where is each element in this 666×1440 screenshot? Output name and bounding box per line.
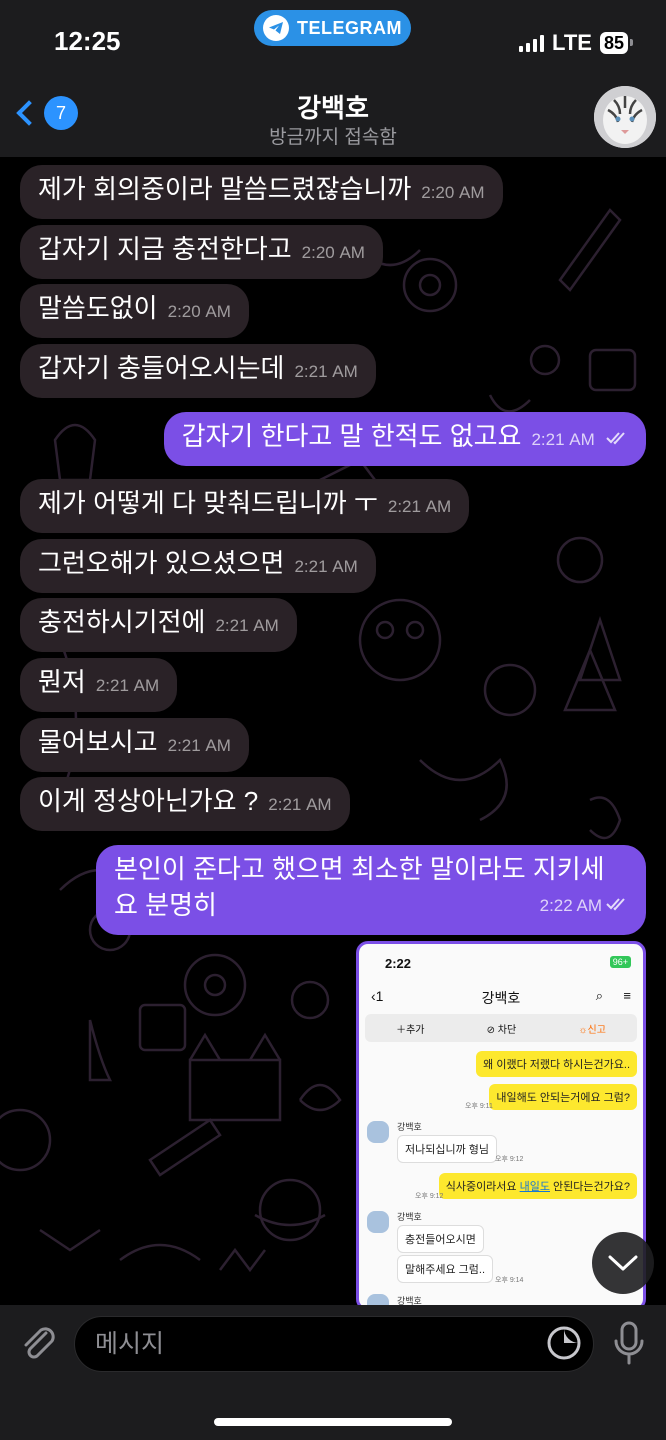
status-time: 12:25 <box>54 26 121 56</box>
message-time: 2:21 AM <box>167 736 231 755</box>
message-text: 물어보시고 <box>38 727 158 757</box>
message-text-line2: 요 분명히 <box>114 890 217 920</box>
voice-record-button[interactable] <box>612 1321 646 1370</box>
embedded-time: 오후 9:12 <box>415 1193 444 1200</box>
message-incoming[interactable]: 제가 회의중이라 말씀드렸잖습니까 2:20 AM <box>20 165 503 219</box>
message-text: 제가 어떻게 다 맞춰드립니까 ㅜ <box>38 488 378 518</box>
status-indicators: LTE 85 <box>519 30 634 56</box>
sticker-button[interactable] <box>546 1325 582 1366</box>
message-time: 2:20 AM <box>167 302 231 321</box>
message-time: 2:20 AM <box>301 243 365 262</box>
message-text: 충전하시기전에 <box>38 607 206 637</box>
message-incoming[interactable]: 충전하시기전에 2:21 AM <box>20 598 297 652</box>
app-pill-label: TELEGRAM <box>297 17 402 38</box>
embedded-status-time: 2:22 <box>385 956 412 971</box>
telegram-app-pill[interactable]: TELEGRAM <box>254 10 411 46</box>
embedded-time: 오후 9:11 <box>465 1103 493 1110</box>
embedded-avatar <box>367 1211 389 1233</box>
paperclip-icon <box>24 1327 55 1359</box>
message-incoming[interactable]: 말씀도없이 2:20 AM <box>20 284 249 338</box>
message-time: 2:21 AM <box>387 497 452 516</box>
embedded-time: 오후 9:14 <box>495 1277 524 1284</box>
embedded-sender: 강백호 <box>397 1212 422 1222</box>
embedded-bubble-theirs: 충전들어오시면 <box>397 1225 484 1253</box>
sticker-icon <box>547 1326 581 1360</box>
message-time: 2:21 AM <box>294 557 358 576</box>
embedded-search-icon: ⌕ <box>595 988 603 1003</box>
message-time: 2:21 AM <box>294 362 358 381</box>
message-text: 제가 회의중이라 말씀드렸잖습니까 <box>38 174 412 204</box>
embedded-bubble-mine: 식사중이라서요 내일도 안된다는건가요? <box>438 1173 637 1199</box>
message-time: 2:21 AM <box>95 676 160 695</box>
network-label: LTE <box>552 30 592 55</box>
message-time: 2:22 AM <box>539 896 602 915</box>
message-incoming[interactable]: 그런오해가 있으셨으면 2:21 AM <box>20 539 376 593</box>
message-time: 2:20 AM <box>421 183 485 202</box>
message-text: 갑자기 충들어오시는데 <box>38 353 285 383</box>
telegram-icon <box>263 15 289 41</box>
composer-bar: 메시지 <box>0 1305 666 1440</box>
message-text: 뭔저 <box>38 667 86 697</box>
embedded-battery: 96+ <box>609 956 631 968</box>
message-incoming[interactable]: 갑자기 충들어오시는데 2:21 AM <box>20 344 376 398</box>
embedded-time: 오후 9:12 <box>495 1156 524 1163</box>
message-text: 이게 정상아닌가요 ? <box>38 786 259 816</box>
message-text-line1: 본인이 준다고 했으면 최소한 말이라도 지키세 <box>114 854 605 884</box>
battery-indicator: 85 <box>599 32 634 54</box>
read-receipt-icon <box>606 898 625 911</box>
message-incoming[interactable]: 갑자기 지금 충전한다고 2:20 AM <box>20 225 383 279</box>
embedded-avatar <box>367 1121 389 1143</box>
scroll-to-bottom-button[interactable] <box>592 1232 654 1294</box>
signal-icon <box>519 34 545 52</box>
message-input[interactable]: 메시지 <box>74 1316 594 1372</box>
chat-title[interactable]: 강백호 <box>0 88 666 125</box>
embedded-menu-icon: ≡ <box>623 988 631 1003</box>
chat-last-seen: 방금까지 접속함 <box>269 127 397 148</box>
message-incoming[interactable]: 이게 정상아닌가요 ? 2:21 AM <box>20 777 350 831</box>
message-incoming[interactable]: 물어보시고 2:21 AM <box>20 718 249 772</box>
embedded-report: ☼신고 <box>578 1024 606 1036</box>
message-incoming[interactable]: 제가 어떻게 다 맞춰드립니까 ㅜ 2:21 AM <box>20 479 470 533</box>
message-time: 2:21 AM <box>268 795 332 814</box>
message-text: 그런오해가 있으셨으면 <box>38 548 285 578</box>
microphone-icon <box>614 1321 644 1365</box>
read-receipt-icon <box>606 432 625 445</box>
message-incoming[interactable]: 뭔저 2:21 AM <box>20 658 178 712</box>
embedded-bubble-mine: 내일해도 안되는거에요 그럼? <box>489 1084 637 1110</box>
home-indicator <box>214 1418 452 1426</box>
embedded-sender: 강백호 <box>397 1122 422 1132</box>
message-text: 갑자기 지금 충전한다고 <box>38 234 292 264</box>
attach-button[interactable] <box>16 1321 60 1370</box>
message-time: 2:21 AM <box>531 430 595 449</box>
chat-header: 12:25 TELEGRAM LTE 85 7 강백호 방금까지 접속함 <box>0 0 666 157</box>
contact-avatar[interactable] <box>594 86 656 148</box>
embedded-toolbar: ＋추가 ⊘ 차단 ☼신고 <box>365 1014 637 1042</box>
message-time: 2:21 AM <box>215 616 279 635</box>
message-outgoing[interactable]: 갑자기 한다고 말 한적도 없고요 2:21 AM <box>163 412 646 466</box>
message-text: 말씀도없이 <box>38 293 158 323</box>
embedded-add: ＋추가 <box>396 1024 425 1036</box>
message-text: 갑자기 한다고 말 한적도 없고요 <box>181 421 522 451</box>
embedded-bubble-theirs: 저나되십니까 형님 <box>397 1135 498 1163</box>
message-outgoing[interactable]: 본인이 준다고 했으면 최소한 말이라도 지키세 요 분명히 2:22 AM <box>96 845 646 935</box>
message-input-placeholder: 메시지 <box>95 1330 165 1358</box>
embedded-bubble-mine: 왜 이랬다 저랬다 하시는건가요.. <box>476 1051 637 1077</box>
chevron-down-icon <box>608 1255 638 1271</box>
embedded-bubble-theirs: 말해주세요 그럼.. <box>397 1255 494 1283</box>
embedded-block: ⊘ 차단 <box>486 1024 517 1036</box>
tiger-avatar-icon <box>594 86 656 148</box>
